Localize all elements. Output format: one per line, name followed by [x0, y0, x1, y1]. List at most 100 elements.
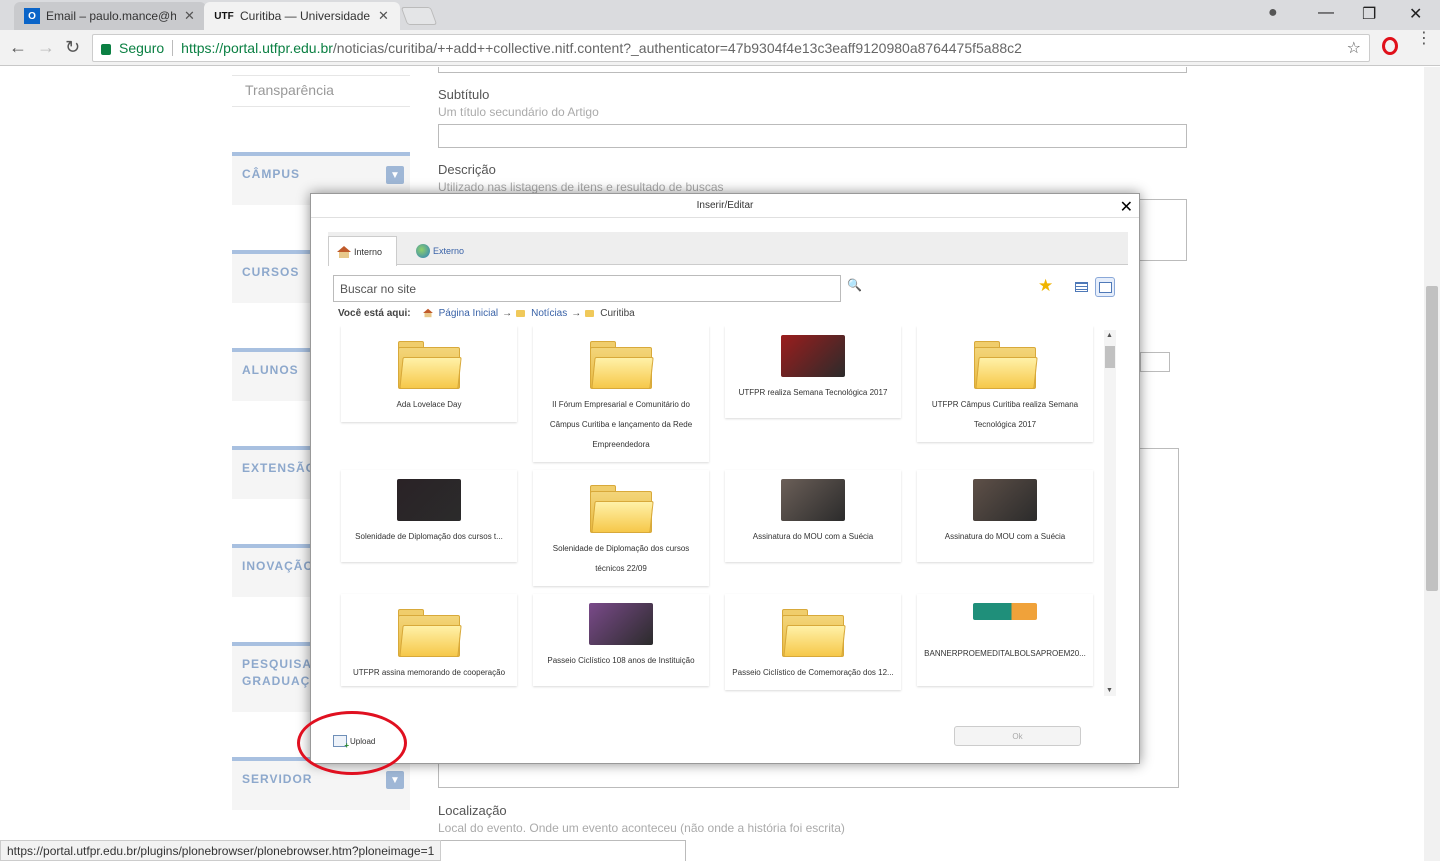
grid-scrollbar[interactable]: ▲ ▼ [1104, 330, 1116, 696]
list-item[interactable]: Solenidade de Diplomação dos cursos t... [341, 470, 517, 562]
list-item[interactable]: Assinatura do MOU com a Suécia [725, 470, 901, 562]
description-label: Descrição [438, 162, 496, 177]
breadcrumb-lead: Você está aqui: [338, 307, 411, 319]
page-scrollbar[interactable] [1424, 67, 1440, 861]
opera-icon[interactable] [1382, 37, 1398, 55]
item-grid: Ada Lovelace Day II Fórum Empresarial e C… [333, 326, 1107, 696]
folder-icon [516, 309, 526, 317]
utfpr-icon: UTF [214, 10, 234, 22]
new-tab-button[interactable] [400, 7, 438, 25]
list-view-icon [1074, 282, 1088, 292]
back-button[interactable]: ← [9, 37, 27, 58]
breadcrumb: Você está aqui: Página Inicial → Notícia… [338, 307, 635, 319]
reload-button[interactable]: ↻ [65, 37, 80, 58]
item-caption: Assinatura do MOU com a Suécia [944, 532, 1066, 541]
location-field[interactable] [438, 840, 686, 861]
grid-view-button[interactable] [1095, 277, 1115, 297]
tab-title: Email – paulo.mance@hc [46, 9, 176, 23]
divider [232, 106, 410, 107]
insert-edit-dialog: Inserir/Editar ✕ Interno Externo Buscar … [310, 193, 1140, 764]
tab-externo[interactable]: Externo [408, 236, 472, 266]
menu-icon[interactable]: ⋮ [1416, 31, 1432, 47]
list-item[interactable]: BANNERPROEMEDITALBOLSAPROEM20... [917, 594, 1093, 686]
arrow-icon: → [502, 307, 513, 319]
sidebar-section-label: ALUNOS [242, 363, 299, 377]
item-caption: Passeio Ciclístico de Comemoração dos 12… [732, 668, 894, 677]
item-caption: II Fórum Empresarial e Comunitário do Câ… [549, 400, 693, 449]
subtitle-field[interactable] [438, 124, 1187, 148]
breadcrumb-curitiba: Curitiba [600, 307, 635, 319]
ok-button[interactable]: Ok [954, 726, 1081, 746]
scroll-down-icon[interactable]: ▼ [1106, 687, 1113, 694]
sidebar-link-transparencia[interactable]: Transparência [245, 82, 334, 98]
address-bar[interactable]: Seguro https://portal.utfpr.edu.br /noti… [92, 34, 1370, 62]
image-thumbnail [973, 603, 1037, 620]
breadcrumb-home[interactable]: Página Inicial [439, 308, 498, 319]
list-item[interactable]: Passeio Ciclístico de Comemoração dos 12… [725, 594, 901, 690]
image-thumbnail [781, 335, 845, 377]
list-item[interactable]: Ada Lovelace Day [341, 326, 517, 422]
subtitle-label: Subtítulo [438, 87, 490, 102]
item-caption: Passeio Ciclístico 108 anos de Instituiç… [547, 656, 695, 665]
scrollbar-thumb[interactable] [1105, 346, 1115, 368]
close-window-button[interactable]: ✕ [1409, 4, 1422, 24]
tab-label: Interno [354, 246, 383, 257]
folder-icon [974, 341, 1038, 389]
home-icon [337, 245, 351, 258]
subtitle-help: Um título secundário do Artigo [438, 105, 599, 119]
list-view-button[interactable] [1071, 277, 1091, 297]
tab-close-icon[interactable]: ✕ [184, 8, 195, 24]
description-help: Utilizado nas listagens de itens e resul… [438, 180, 724, 194]
search-input[interactable]: Buscar no site [333, 275, 841, 302]
select-field[interactable] [1140, 352, 1170, 372]
list-item[interactable]: UTFPR assina memorando de cooperação [341, 594, 517, 686]
toolbar: ← → ↻ Seguro https://portal.utfpr.edu.br… [0, 30, 1440, 66]
list-item[interactable]: UTFPR Câmpus Curitiba realiza Semana Tec… [917, 326, 1093, 442]
image-thumbnail [397, 479, 461, 521]
close-icon[interactable]: ✕ [1120, 197, 1133, 217]
url-path: /noticias/curitiba/++add++collective.nit… [332, 40, 1022, 56]
sidebar-section-label: CURSOS [242, 265, 300, 279]
maximize-button[interactable]: ❐ [1362, 4, 1376, 24]
bookmark-star-icon[interactable]: ☆ [1347, 38, 1361, 58]
list-item[interactable]: UTFPR realiza Semana Tecnológica 2017 [725, 326, 901, 418]
breadcrumb-noticias[interactable]: Notícias [531, 308, 567, 319]
list-item[interactable]: II Fórum Empresarial e Comunitário do Câ… [533, 326, 709, 462]
chevron-down-icon[interactable]: ▼ [386, 166, 404, 184]
location-label: Localização [438, 803, 507, 818]
list-item[interactable]: Assinatura do MOU com a Suécia [917, 470, 1093, 562]
favorites-star-icon[interactable]: ★ [1038, 276, 1053, 296]
image-thumbnail [973, 479, 1037, 521]
folder-icon [782, 609, 846, 657]
list-item[interactable]: Passeio Ciclístico 108 anos de Instituiç… [533, 594, 709, 686]
tab-email[interactable]: O Email – paulo.mance@hc ✕ [14, 2, 206, 30]
chevron-down-icon[interactable]: ▼ [386, 771, 404, 789]
tab-interno[interactable]: Interno [328, 236, 397, 266]
search-icon[interactable]: 🔍 [847, 278, 862, 292]
location-help: Local do evento. Onde um evento acontece… [438, 821, 845, 835]
sidebar-section-label: EXTENSÃO [242, 461, 317, 475]
divider [172, 40, 174, 56]
folder-icon [590, 341, 654, 389]
scrollbar-thumb[interactable] [1426, 286, 1438, 591]
folder-icon [398, 609, 462, 657]
sidebar-section-label: INOVAÇÃO [242, 559, 314, 573]
folder-icon [398, 341, 462, 389]
item-caption: BANNERPROEMEDITALBOLSAPROEM20... [924, 649, 1086, 658]
list-item[interactable]: Solenidade de Diplomação dos cursos técn… [533, 470, 709, 586]
url-host: https://portal.utfpr.edu.br [181, 40, 333, 56]
title-field[interactable] [438, 67, 1187, 73]
tab-close-icon[interactable]: ✕ [378, 8, 389, 24]
status-bar: https://portal.utfpr.edu.br/plugins/plon… [0, 840, 442, 861]
item-caption: Assinatura do MOU com a Suécia [752, 532, 874, 541]
arrow-icon: → [571, 307, 582, 319]
item-caption: UTFPR realiza Semana Tecnológica 2017 [738, 388, 888, 397]
scroll-up-icon[interactable]: ▲ [1106, 332, 1113, 339]
minimize-button[interactable]: — [1318, 4, 1334, 22]
tab-utfpr[interactable]: UTF Curitiba — Universidade ✕ [204, 2, 400, 30]
account-icon[interactable]: ● [1268, 4, 1278, 22]
highlight-circle-annotation [297, 711, 407, 775]
lock-icon [101, 43, 111, 55]
forward-button[interactable]: → [37, 37, 55, 58]
item-caption: Solenidade de Diplomação dos cursos t... [355, 532, 503, 541]
